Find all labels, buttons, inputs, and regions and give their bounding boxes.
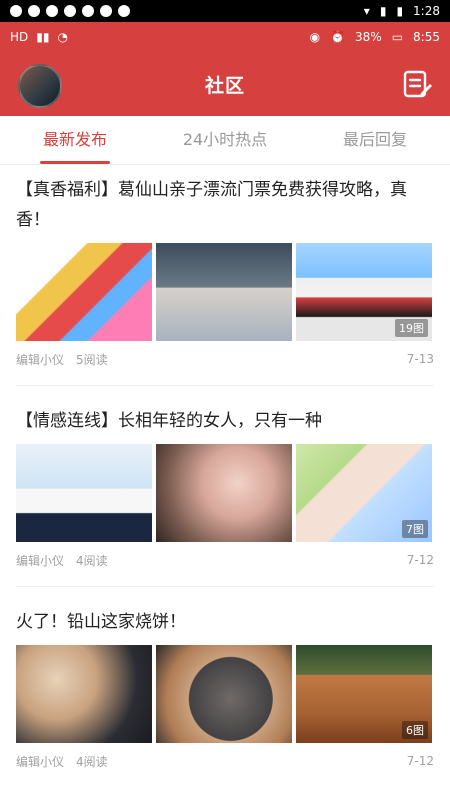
post-image[interactable]: 7图 <box>296 444 432 542</box>
post-reads: 5阅读 <box>76 352 108 367</box>
post-date: 7-13 <box>406 352 434 366</box>
post-date: 7-12 <box>406 754 434 768</box>
status-time: 8:55 <box>413 30 440 44</box>
image-count-badge: 7图 <box>402 520 428 538</box>
battery-icon: ▮ <box>396 4 404 18</box>
system-time: 1:28 <box>413 4 440 18</box>
post-meta-left: 编辑小仪 4阅读 <box>16 753 108 770</box>
post-title[interactable]: 【情感连线】长相年轻的女人，只有一种 <box>16 406 434 436</box>
hd-icon: HD <box>10 30 29 44</box>
tab-24h-hot[interactable]: 24小时热点 <box>150 116 300 164</box>
notification-icon <box>10 5 22 17</box>
notification-icon <box>100 5 112 17</box>
signal-icon: ▮ <box>379 4 387 18</box>
tab-last-reply[interactable]: 最后回复 <box>300 116 450 164</box>
status-icons-right: ◉ ⏰ 38% ▭ 8:55 <box>310 30 440 44</box>
post-image[interactable] <box>16 243 152 341</box>
post-images: 6图 <box>16 645 434 743</box>
post-author: 编辑小仪 <box>16 754 65 769</box>
post-title[interactable]: 火了！铅山这家烧饼！ <box>16 607 434 637</box>
post-image[interactable] <box>156 243 292 341</box>
signal-icon: ▮▮ <box>36 30 50 44</box>
avatar[interactable] <box>18 64 62 108</box>
system-right-status: ▾ ▮ ▮ 1:28 <box>364 4 440 18</box>
post-image[interactable]: 6图 <box>296 645 432 743</box>
notification-icon <box>118 5 130 17</box>
post-images: 7图 <box>16 444 434 542</box>
post-reads: 4阅读 <box>76 553 108 568</box>
post-meta: 编辑小仪 4阅读 7-12 <box>16 743 434 779</box>
image-count-badge: 6图 <box>402 721 428 739</box>
post-item[interactable]: 火了！铅山这家烧饼！ 6图 编辑小仪 4阅读 7-12 <box>16 587 434 779</box>
post-image[interactable]: 19图 <box>296 243 432 341</box>
post-date: 7-12 <box>406 553 434 567</box>
image-count-badge: 19图 <box>395 319 428 337</box>
notification-icon <box>82 5 94 17</box>
battery-percentage: 38% <box>355 30 382 44</box>
post-meta: 编辑小仪 4阅读 7-12 <box>16 542 434 578</box>
post-meta-left: 编辑小仪 5阅读 <box>16 351 108 368</box>
post-title[interactable]: 【真香福利】葛仙山亲子漂流门票免费获得攻略，真香！ <box>16 175 434 235</box>
status-icons-left: HD ▮▮ ◔ <box>10 30 68 44</box>
post-item[interactable]: 【真香福利】葛仙山亲子漂流门票免费获得攻略，真香！ 19图 编辑小仪 5阅读 7… <box>16 165 434 386</box>
post-author: 编辑小仪 <box>16 352 65 367</box>
wifi-icon: ▾ <box>363 4 370 18</box>
post-reads: 4阅读 <box>76 754 108 769</box>
system-status-bar: ▾ ▮ ▮ 1:28 <box>0 0 450 22</box>
system-notification-icons <box>10 5 130 17</box>
post-meta: 编辑小仪 5阅读 7-13 <box>16 341 434 377</box>
app-header: 社区 <box>0 52 450 116</box>
post-images: 19图 <box>16 243 434 341</box>
edit-note-icon <box>403 70 432 98</box>
post-author: 编辑小仪 <box>16 553 65 568</box>
notification-icon <box>64 5 76 17</box>
eye-icon: ◉ <box>309 30 321 44</box>
notification-icon <box>46 5 58 17</box>
edit-post-button[interactable] <box>400 66 434 102</box>
post-feed: 【真香福利】葛仙山亲子漂流门票免费获得攻略，真香！ 19图 编辑小仪 5阅读 7… <box>0 165 450 779</box>
notification-icon <box>28 5 40 17</box>
post-meta-left: 编辑小仪 4阅读 <box>16 552 108 569</box>
tab-latest[interactable]: 最新发布 <box>0 116 150 164</box>
wifi-icon: ◔ <box>57 30 68 44</box>
post-image[interactable] <box>156 645 292 743</box>
alarm-icon: ⏰ <box>330 30 346 44</box>
battery-icon: ▭ <box>391 30 404 44</box>
post-item[interactable]: 【情感连线】长相年轻的女人，只有一种 7图 编辑小仪 4阅读 7-12 <box>16 386 434 587</box>
post-image[interactable] <box>16 645 152 743</box>
app-status-bar: HD ▮▮ ◔ ◉ ⏰ 38% ▭ 8:55 <box>0 22 450 52</box>
page-title: 社区 <box>204 74 245 97</box>
tab-bar: 最新发布 24小时热点 最后回复 <box>0 116 450 165</box>
post-image[interactable] <box>156 444 292 542</box>
post-image[interactable] <box>16 444 152 542</box>
